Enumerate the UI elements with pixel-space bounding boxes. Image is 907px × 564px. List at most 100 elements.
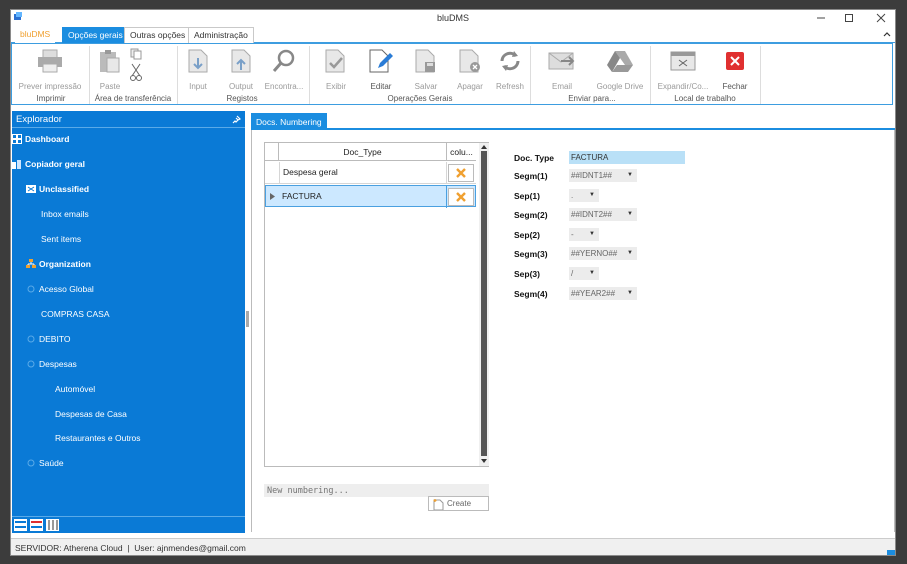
paste-icon [100,50,120,73]
table-row[interactable]: Despesa geral [265,162,476,184]
sep3-select[interactable]: / ▼ [569,267,599,280]
delete-x-icon [456,192,466,202]
segm3-select[interactable]: ##YERNO## ▼ [569,247,637,260]
doc-type-label: Doc. Type [514,153,554,163]
find-button[interactable]: Encontra... [264,46,304,96]
export-icon [231,49,251,73]
sidebar-item-debito[interactable]: DEBITO [26,334,71,344]
pin-icon[interactable] [232,115,241,124]
sep1-select[interactable]: . ▼ [569,189,599,202]
ribbon-separator [89,46,90,104]
view-button[interactable]: Exibir [319,46,353,96]
table-row-selected[interactable]: FACTURA [265,185,476,208]
expand-collapse-icon [670,51,696,71]
ribbon-toolbar: Prever impressão Imprimir Paste Área de … [11,43,893,105]
copy-icon [130,48,142,60]
output-button[interactable]: Output [224,46,258,96]
tab-docs-numbering[interactable]: Docs. Numbering [251,113,327,129]
sidebar-item-copiador-geral[interactable]: Copiador geral [12,159,85,169]
close-workspace-button[interactable]: Fechar [718,46,752,96]
window-title: bluDMS [436,13,469,23]
doc-type-cell[interactable]: FACTURA [279,186,447,208]
refresh-button[interactable]: Refresh [493,46,527,96]
input-button[interactable]: Input [182,46,214,96]
tab-bludms[interactable]: bluDMS [15,27,56,43]
grid-vertical-scrollbar[interactable] [479,143,489,466]
create-button[interactable]: Create [428,496,489,511]
sep3-label: Sep(3) [514,269,540,279]
maximize-button[interactable] [835,11,863,25]
delete-row-button[interactable] [448,188,474,206]
printer-icon [38,49,62,73]
panel-splitter[interactable] [246,311,249,327]
minimize-button[interactable] [807,11,835,25]
sidebar-item-sent-items[interactable]: Sent items [41,234,81,244]
sidebar-item-automovel[interactable]: Automóvel [55,384,95,394]
scroll-down-icon[interactable] [481,459,487,464]
collapse-ribbon-icon[interactable] [883,31,891,37]
sidebar-item-restaurantes-e-outros[interactable]: Restaurantes e Outros [55,433,141,443]
view-document-icon [325,49,345,73]
tab-opcoes-gerais[interactable]: Opções gerais [62,27,129,43]
chevron-down-icon: ▼ [627,172,633,178]
sidebar-item-unclassified[interactable]: Unclassified [26,184,89,194]
scroll-up-icon[interactable] [481,144,487,149]
scrollbar-thumb[interactable] [481,151,487,456]
sidebar-item-acesso-global[interactable]: Acesso Global [26,284,94,294]
tree-view-icon[interactable] [14,519,27,531]
segm2-select[interactable]: ##IDNT2## ▼ [569,208,637,221]
title-bar: bluDMS [11,10,895,26]
column-header-doc-type[interactable]: Doc_Type [279,143,447,161]
explorer-sidebar: Explorador Dashboard Copiador geral Uncl… [12,111,245,532]
docs-numbering-panel: Doc_Type colu... Despesa geral FACTURA N… [251,130,895,532]
resize-grip[interactable] [887,550,895,555]
library-icon [12,160,21,169]
segm4-select[interactable]: ##YEAR2## ▼ [569,287,637,300]
import-icon [188,49,208,73]
delete-document-icon [459,49,480,73]
node-icon [27,459,35,467]
segm1-select[interactable]: ##IDNT1## ▼ [569,169,637,182]
ribbon-tab-bar: bluDMS Opções gerais Outras opções Admin… [11,26,895,43]
ribbon-separator [309,46,310,104]
sidebar-item-organization[interactable]: Organization [26,259,91,269]
chevron-down-icon: ▼ [589,231,595,237]
sidebar-item-despesas-de-casa[interactable]: Despesas de Casa [55,409,127,419]
sidebar-item-inbox-emails[interactable]: Inbox emails [41,209,89,219]
sep2-select[interactable]: - ▼ [569,228,599,241]
sidebar-item-despesas[interactable]: Despesas [26,359,77,369]
print-preview-button[interactable]: Prever impressão [16,46,84,96]
save-button[interactable]: Salvar [409,46,443,96]
tab-administracao[interactable]: Administração [188,27,254,43]
group-label-transferencia: Área de transferência [94,94,172,103]
grid-view-icon[interactable] [46,519,59,531]
paste-button[interactable]: Paste [94,46,126,96]
node-icon [27,285,35,293]
folder-icon [26,185,36,193]
row-pointer-icon [270,193,275,200]
refresh-icon [500,51,520,71]
delete-button[interactable]: Apagar [453,46,487,96]
sidebar-item-compras-casa[interactable]: COMPRAS CASA [41,309,110,319]
email-button[interactable]: Email [542,46,582,96]
chevron-down-icon: ▼ [627,250,633,256]
dashboard-icon [12,134,22,144]
sidebar-item-saude[interactable]: Saúde [26,458,64,468]
sidebar-item-dashboard[interactable]: Dashboard [12,134,69,144]
ribbon-separator [760,46,761,104]
segm1-label: Segm(1) [514,171,548,181]
doc-type-cell[interactable]: Despesa geral [279,162,447,184]
google-drive-button[interactable]: Google Drive [594,46,646,96]
group-label-registos: Registos [226,94,258,103]
list-view-icon[interactable] [30,519,43,531]
edit-button[interactable]: Editar [364,46,398,96]
expand-collapse-button[interactable]: Expandir/Co... [655,46,711,96]
copy-cut-buttons[interactable] [128,46,144,96]
doc-type-field[interactable]: FACTURA [569,151,685,164]
cut-icon [130,63,142,81]
tab-outras-opcoes[interactable]: Outras opções [124,27,192,43]
column-header-colu[interactable]: colu... [447,143,476,161]
organization-icon [26,259,36,268]
close-window-button[interactable] [867,11,895,25]
delete-row-button[interactable] [448,164,474,182]
